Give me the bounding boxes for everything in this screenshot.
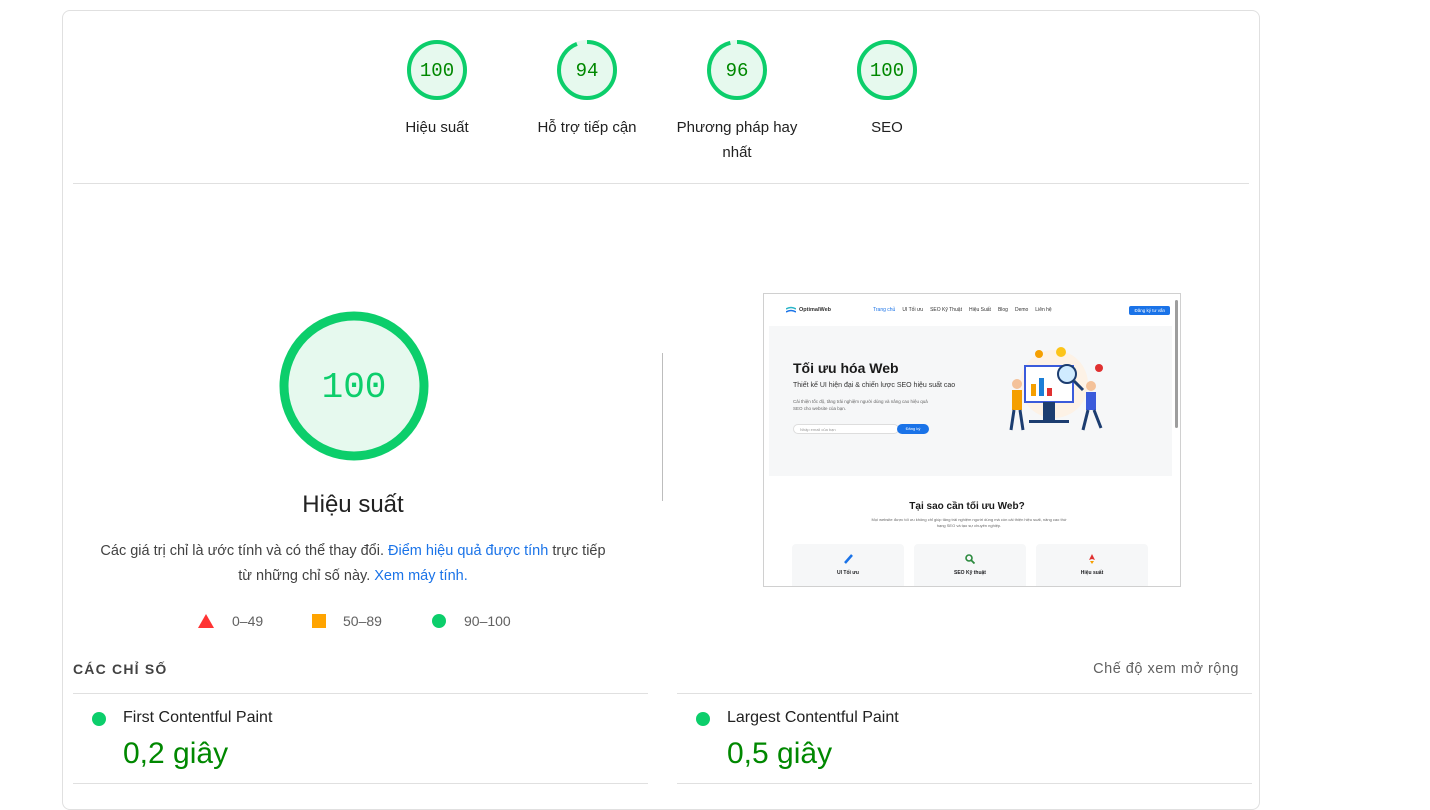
screenshot-signup-button: Đăng ký bbox=[897, 424, 929, 434]
legend-pass: 90–100 bbox=[432, 613, 511, 629]
hero-illustration-icon bbox=[1009, 347, 1103, 431]
score-gauge-icon: 94 bbox=[557, 40, 617, 100]
screenshot-nav-item: Demo bbox=[1014, 307, 1029, 313]
gauge-accessibility[interactable]: 94 Hỗ trợ tiếp cận bbox=[517, 39, 657, 140]
gauge-best-practices[interactable]: 96 Phương pháp hay nhất bbox=[667, 39, 807, 165]
screenshot-nav-item: Hiệu Suất bbox=[968, 307, 991, 313]
feature-label: SEO Kỹ thuật bbox=[954, 570, 986, 576]
gauge-score: 100 bbox=[870, 60, 904, 82]
gauge-score: 94 bbox=[576, 60, 599, 82]
metric-name: First Contentful Paint bbox=[123, 709, 273, 726]
metric-value: 0,5 giây bbox=[727, 737, 833, 770]
metric-name: Largest Contentful Paint bbox=[727, 709, 899, 726]
performance-title: Hiệu suất bbox=[302, 491, 404, 518]
performance-description: Các giá trị chỉ là ước tính và có thể th… bbox=[93, 539, 613, 589]
circle-icon bbox=[432, 614, 446, 628]
description-text: Các giá trị chỉ là ước tính và có thể th… bbox=[100, 543, 384, 559]
score-summary: 100 Hiệu suất 94 Hỗ trợ tiếp cận 96 Phươ… bbox=[63, 11, 1261, 183]
gauge-label: Phương pháp hay nhất bbox=[676, 119, 798, 161]
feature-label: Hiệu suất bbox=[1080, 570, 1104, 576]
page-screenshot[interactable]: OptimalWeb Trang chủ UI Tối ưu SEO Kỹ Th… bbox=[763, 293, 1181, 587]
feature-label: UI Tối ưu bbox=[837, 570, 859, 576]
screenshot-hero-text: Cải thiện tốc độ, tăng trải nghiệm người… bbox=[793, 399, 928, 411]
screenshot-nav-item: UI Tối ưu bbox=[902, 307, 924, 313]
score-calc-link[interactable]: Điểm hiệu quả được tính bbox=[388, 543, 548, 559]
screenshot-feature-card: Hiệu suất bbox=[1036, 544, 1148, 586]
screenshot-feature-card: SEO Kỹ thuật bbox=[914, 544, 1026, 586]
gauge-seo[interactable]: 100 SEO bbox=[817, 39, 957, 140]
screenshot-hero-title: Tối ưu hóa Web bbox=[793, 360, 899, 376]
screenshot-hero-sub: Thiết kế UI hiện đại & chiến lược SEO hi… bbox=[793, 382, 956, 389]
legend-label: 90–100 bbox=[464, 613, 511, 629]
legend-fail: 0–49 bbox=[198, 613, 263, 629]
screenshot-brand: OptimalWeb bbox=[799, 307, 831, 313]
screenshot-hero: Tối ưu hóa Web Thiết kế UI hiện đại & ch… bbox=[769, 326, 1172, 476]
screenshot-scrollbar bbox=[1175, 300, 1178, 428]
screenshot-nav-item: SEO Kỹ Thuật bbox=[930, 307, 962, 313]
gauge-performance[interactable]: 100 Hiệu suất bbox=[367, 39, 507, 140]
pass-circle-icon bbox=[696, 712, 710, 726]
paintbrush-icon bbox=[844, 554, 853, 564]
screenshot-nav-item: Trang chủ bbox=[873, 307, 896, 313]
metric-divider bbox=[677, 783, 1252, 784]
calculator-link[interactable]: Xem máy tính. bbox=[374, 568, 467, 584]
gauge-label: SEO bbox=[871, 119, 903, 136]
legend-label: 50–89 bbox=[343, 613, 382, 629]
gauge-score: 96 bbox=[726, 60, 749, 82]
divider bbox=[73, 183, 1249, 184]
gauge-label: Hỗ trợ tiếp cận bbox=[537, 119, 637, 136]
screenshot-nav-item: Liên hệ bbox=[1035, 307, 1052, 313]
metric-fcp[interactable]: First Contentful Paint 0,2 giây bbox=[63, 693, 653, 783]
legend-label: 0–49 bbox=[232, 613, 264, 629]
metric-divider bbox=[73, 783, 648, 784]
gauge-label: Hiệu suất bbox=[405, 119, 469, 136]
performance-score: 100 bbox=[322, 367, 387, 408]
metrics-heading: CÁC CHỈ SỐ bbox=[73, 661, 168, 677]
big-score-gauge-icon: 100 bbox=[279, 311, 429, 461]
triangle-icon bbox=[198, 614, 214, 628]
screenshot-navbar: OptimalWeb Trang chủ UI Tối ưu SEO Kỹ Th… bbox=[764, 294, 1170, 326]
score-gauge-icon: 100 bbox=[857, 40, 917, 100]
rocket-icon bbox=[1089, 554, 1095, 564]
screenshot-feature-card: UI Tối ưu bbox=[792, 544, 904, 586]
score-gauge-icon: 100 bbox=[407, 40, 467, 100]
logo-icon bbox=[786, 306, 796, 313]
screenshot-section-title: Tại sao cần tối ưu Web? bbox=[909, 501, 1025, 512]
gauge-score: 100 bbox=[420, 60, 454, 82]
metric-value: 0,2 giây bbox=[123, 737, 229, 770]
screenshot-email-input: Nhập email của bạn bbox=[793, 424, 899, 434]
expand-view-toggle[interactable]: Chế độ xem mở rộng bbox=[1093, 661, 1239, 677]
search-icon bbox=[965, 554, 975, 564]
screenshot-nav-item: Blog bbox=[997, 307, 1008, 313]
pass-circle-icon bbox=[92, 712, 106, 726]
square-icon bbox=[312, 614, 326, 628]
performance-gauge: 100 bbox=[278, 310, 430, 467]
report-card: 100 Hiệu suất 94 Hỗ trợ tiếp cận 96 Phươ… bbox=[62, 10, 1260, 810]
legend-average: 50–89 bbox=[312, 613, 382, 629]
score-gauge-icon: 96 bbox=[707, 40, 767, 100]
vertical-divider bbox=[662, 353, 663, 501]
screenshot-section-text: Mọi website được tối ưu không chỉ giúp t… bbox=[871, 517, 1067, 528]
metric-lcp[interactable]: Largest Contentful Paint 0,5 giây bbox=[667, 693, 1257, 783]
screenshot-cta: Đăng ký tư vấn bbox=[1129, 305, 1170, 315]
